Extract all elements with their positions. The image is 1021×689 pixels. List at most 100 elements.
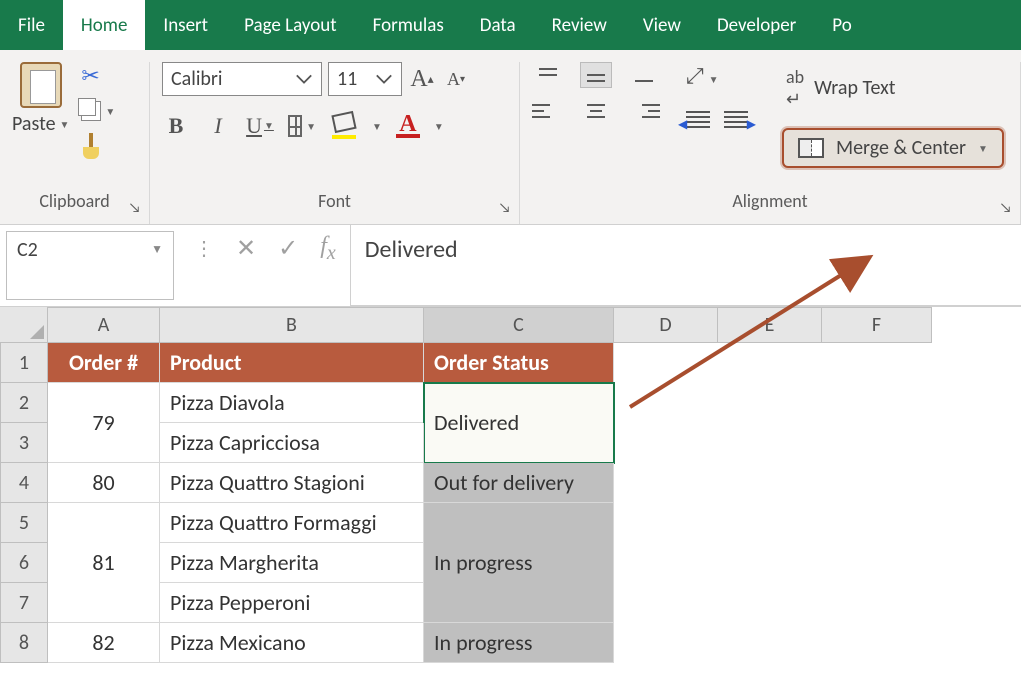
chevron-down-icon: ▼ bbox=[151, 238, 163, 257]
row-header-5[interactable]: 5 bbox=[0, 503, 48, 543]
cut-button[interactable] bbox=[81, 62, 115, 89]
fill-color-button[interactable] bbox=[330, 112, 358, 140]
row-header-3[interactable]: 3 bbox=[0, 423, 48, 463]
align-top-button[interactable] bbox=[532, 62, 564, 88]
col-header-f[interactable]: F bbox=[822, 307, 932, 343]
cell-a4[interactable]: 80 bbox=[48, 463, 160, 503]
dialog-launcher-icon[interactable]: ↘ bbox=[499, 199, 511, 216]
decrease-font-icon[interactable]: A▾ bbox=[442, 65, 470, 93]
chevron-down-icon[interactable]: ▼ bbox=[434, 120, 444, 133]
bold-button[interactable]: B bbox=[162, 112, 190, 140]
cell-c2[interactable]: Delivered bbox=[424, 383, 614, 463]
header-order[interactable]: Order # bbox=[48, 343, 160, 383]
fx-icon[interactable]: fx bbox=[320, 233, 336, 265]
cell-a2[interactable]: 79 bbox=[48, 383, 160, 463]
orientation-button[interactable]: ⤢ ▼ bbox=[686, 62, 748, 89]
align-bottom-button[interactable] bbox=[628, 62, 660, 88]
cell-f1[interactable] bbox=[822, 343, 932, 383]
increase-indent-button[interactable]: ▶ bbox=[724, 111, 748, 128]
tab-insert[interactable]: Insert bbox=[145, 0, 226, 50]
dialog-launcher-icon[interactable]: ↘ bbox=[1000, 199, 1012, 216]
align-right-button[interactable] bbox=[628, 98, 660, 124]
align-left-button[interactable] bbox=[532, 98, 564, 124]
tab-view[interactable]: View bbox=[625, 0, 699, 50]
align-center-button[interactable] bbox=[580, 98, 612, 124]
tab-home[interactable]: Home bbox=[63, 0, 146, 50]
ribbon: Paste ▼ ▼ Clipboard ↘ Calibri 11 A▴ A▾ B I… bbox=[0, 50, 1021, 225]
tab-formulas[interactable]: Formulas bbox=[355, 0, 462, 50]
row-header-7[interactable]: 7 bbox=[0, 583, 48, 623]
cell-b3[interactable]: Pizza Capricciosa bbox=[160, 423, 424, 463]
increase-font-icon[interactable]: A▴ bbox=[408, 65, 436, 93]
row-header-4[interactable]: 4 bbox=[0, 463, 48, 503]
paste-label: Paste bbox=[12, 112, 56, 136]
cell-b6[interactable]: Pizza Margherita bbox=[160, 543, 424, 583]
align-middle-button[interactable] bbox=[580, 62, 612, 88]
brush-icon bbox=[81, 133, 101, 159]
clipboard-group-label: Clipboard bbox=[39, 190, 109, 212]
dialog-launcher-icon[interactable]: ↘ bbox=[129, 199, 141, 216]
font-group-label: Font bbox=[318, 190, 351, 212]
cell-a8[interactable]: 82 bbox=[48, 623, 160, 663]
cancel-icon[interactable]: ✕ bbox=[236, 234, 256, 263]
format-painter-button[interactable] bbox=[81, 133, 115, 159]
row-header-8[interactable]: 8 bbox=[0, 623, 48, 663]
formula-value: Delivered bbox=[365, 235, 458, 264]
cell-c8[interactable]: In progress bbox=[424, 623, 614, 663]
paste-button[interactable]: Paste ▼ bbox=[12, 62, 69, 159]
cell-b8[interactable]: Pizza Mexicano bbox=[160, 623, 424, 663]
chevron-down-icon: ▼ bbox=[105, 105, 115, 118]
italic-button[interactable]: I bbox=[204, 112, 232, 140]
cell-c4[interactable]: Out for delivery bbox=[424, 463, 614, 503]
decrease-indent-button[interactable]: ◀ bbox=[686, 111, 710, 128]
cell-b4[interactable]: Pizza Quattro Stagioni bbox=[160, 463, 424, 503]
copy-button[interactable]: ▼ bbox=[81, 101, 115, 121]
header-status[interactable]: Order Status bbox=[424, 343, 614, 383]
tab-data[interactable]: Data bbox=[462, 0, 534, 50]
chevron-down-icon: ▼ bbox=[978, 142, 988, 155]
tab-page-layout[interactable]: Page Layout bbox=[226, 0, 355, 50]
cell-b5[interactable]: Pizza Quattro Formaggi bbox=[160, 503, 424, 543]
chevron-down-icon bbox=[285, 72, 313, 86]
cell-a5[interactable]: 81 bbox=[48, 503, 160, 623]
wrap-text-label: Wrap Text bbox=[814, 76, 895, 100]
chevron-down-icon[interactable]: ▼ bbox=[372, 120, 382, 133]
row-header-1[interactable]: 1 bbox=[0, 343, 48, 383]
group-alignment: ⤢ ▼ ◀ ▶ ab↵Wrap Text Merge & Center▼ Ali… bbox=[520, 62, 1021, 224]
col-header-d[interactable]: D bbox=[614, 307, 718, 343]
enter-icon[interactable]: ✓ bbox=[278, 234, 298, 263]
font-color-button[interactable]: A bbox=[396, 114, 420, 138]
cell-d1[interactable] bbox=[614, 343, 718, 383]
col-header-e[interactable]: E bbox=[718, 307, 822, 343]
formula-input[interactable]: Delivered bbox=[351, 225, 1021, 306]
tab-developer[interactable]: Developer bbox=[699, 0, 814, 50]
font-size-value: 11 bbox=[337, 67, 357, 91]
header-product[interactable]: Product bbox=[160, 343, 424, 383]
font-name-combo[interactable]: Calibri bbox=[162, 62, 322, 96]
select-all-corner[interactable] bbox=[0, 307, 48, 343]
col-header-c[interactable]: C bbox=[424, 307, 614, 343]
tab-file[interactable]: File bbox=[0, 0, 63, 50]
row-header-6[interactable]: 6 bbox=[0, 543, 48, 583]
spreadsheet-grid: A B C D E F 1 Order # Product Order Stat… bbox=[0, 307, 1021, 663]
cell-c5[interactable]: In progress bbox=[424, 503, 614, 623]
cell-b2[interactable]: Pizza Diavola bbox=[160, 383, 424, 423]
merge-center-button[interactable]: Merge & Center▼ bbox=[782, 128, 1004, 168]
wrap-text-button[interactable]: ab↵Wrap Text bbox=[782, 62, 1004, 114]
tab-more[interactable]: Po bbox=[814, 0, 869, 50]
name-box[interactable]: C2▼ bbox=[6, 231, 174, 300]
cell-e1[interactable] bbox=[718, 343, 822, 383]
chevron-down-icon: ▼ bbox=[264, 121, 274, 132]
font-size-combo[interactable]: 11 bbox=[328, 62, 402, 96]
tab-review[interactable]: Review bbox=[534, 0, 625, 50]
col-header-b[interactable]: B bbox=[160, 307, 424, 343]
chevron-down-icon: ▼ bbox=[306, 120, 316, 133]
formula-bar: C2▼ ⋮ ✕ ✓ fx Delivered bbox=[0, 225, 1021, 307]
col-header-a[interactable]: A bbox=[48, 307, 160, 343]
alignment-group-label: Alignment bbox=[732, 190, 807, 212]
borders-button[interactable]: ▼ bbox=[288, 112, 316, 140]
chevron-down-icon: ▼ bbox=[60, 118, 70, 131]
underline-button[interactable]: U▼ bbox=[246, 112, 274, 140]
cell-b7[interactable]: Pizza Pepperoni bbox=[160, 583, 424, 623]
row-header-2[interactable]: 2 bbox=[0, 383, 48, 423]
